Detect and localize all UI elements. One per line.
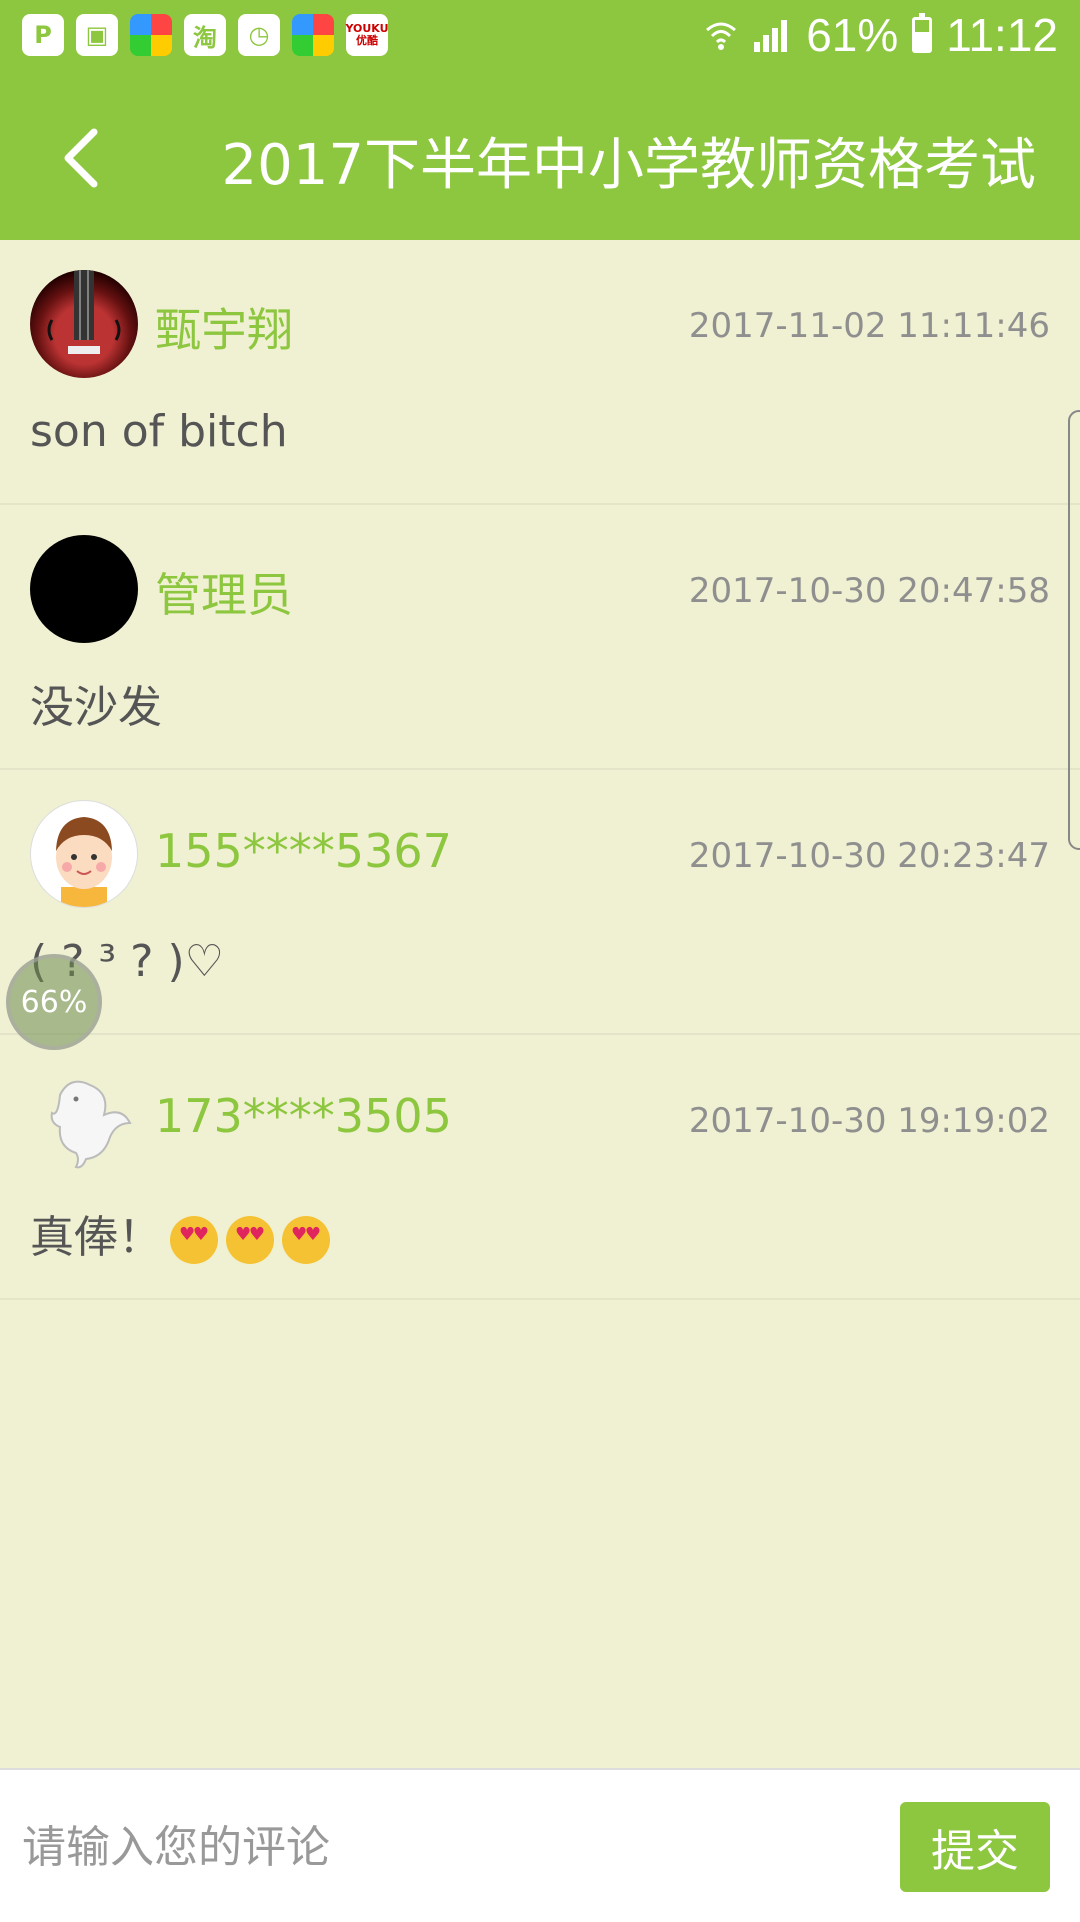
timestamp: 2017-10-30 20:23:47 [688, 836, 1050, 876]
clock: 11:12 [946, 9, 1058, 61]
comment-item: 甄宇翔 2017-11-02 11:11:46 son of bitch [0, 240, 1080, 505]
avatar[interactable] [30, 800, 138, 908]
timestamp: 2017-10-30 20:47:58 [688, 571, 1050, 611]
avatar[interactable] [30, 1065, 138, 1173]
dragon-icon [50, 1080, 132, 1169]
signal-icon [754, 20, 788, 52]
avatar[interactable] [30, 535, 138, 643]
comment-input[interactable] [20, 1810, 864, 1884]
comment-item: 155****5367 2017-10-30 20:23:47 ( ? ³ ? … [0, 770, 1080, 1035]
app-icon [130, 14, 172, 56]
wifi-icon [706, 22, 737, 50]
comment-text-body: 真俸！ [30, 1212, 162, 1263]
back-button[interactable] [40, 118, 120, 198]
comment-input-bar: 提交 [0, 1768, 1080, 1922]
battery-percent: 61% [806, 9, 899, 61]
comment-list[interactable]: 甄宇翔 2017-11-02 11:11:46 son of bitch 管理员… [0, 240, 1080, 1300]
heart-eyes-emoji-icon [226, 1216, 274, 1264]
submit-button[interactable]: 提交 [900, 1802, 1050, 1892]
page-title: 2017下半年中小学教师资格考试 [221, 133, 1036, 198]
edge-panel-handle[interactable] [1068, 410, 1080, 850]
youku-icon: YOUKU 优酷 [345, 14, 389, 56]
boy-face-icon [56, 817, 112, 907]
taobao-icon: 淘 [184, 14, 226, 56]
username[interactable]: 173****3505 [155, 1089, 452, 1143]
username[interactable]: 管理员 [155, 559, 293, 625]
heart-eyes-emoji-icon [170, 1216, 218, 1264]
comment-text: 真俸！ [30, 1201, 330, 1265]
timestamp: 2017-10-30 19:19:02 [688, 1101, 1050, 1141]
heart-eyes-emoji-icon [282, 1216, 330, 1264]
violin-icon [47, 270, 121, 354]
battery-icon [912, 13, 933, 53]
floating-progress-ball[interactable]: 66% [6, 954, 102, 1050]
username[interactable]: 甄宇翔 [155, 294, 293, 360]
comment-text: son of bitch [30, 406, 288, 457]
system-status: 61% 11:12 [704, 8, 1058, 62]
comment-item: 173****3505 2017-10-30 19:19:02 真俸！ [0, 1035, 1080, 1300]
parking-app-icon: P [22, 14, 64, 56]
notification-icons: P ▣ 淘 ◷ YOUKU 优酷 [22, 14, 389, 56]
status-bar: P ▣ 淘 ◷ YOUKU 优酷 61% 11:12 [0, 0, 1080, 72]
clock-app-icon: ◷ [238, 14, 280, 56]
comment-item: 管理员 2017-10-30 20:47:58 没沙发 [0, 505, 1080, 770]
chevron-left-icon [64, 128, 98, 188]
gallery-icon: ▣ [76, 14, 118, 56]
username[interactable]: 155****5367 [155, 824, 452, 878]
title-bar: 2017下半年中小学教师资格考试 [0, 72, 1080, 240]
app-icon-2 [292, 14, 334, 56]
comment-text: 没沙发 [30, 682, 162, 733]
timestamp: 2017-11-02 11:11:46 [688, 306, 1050, 346]
avatar[interactable] [30, 270, 138, 378]
